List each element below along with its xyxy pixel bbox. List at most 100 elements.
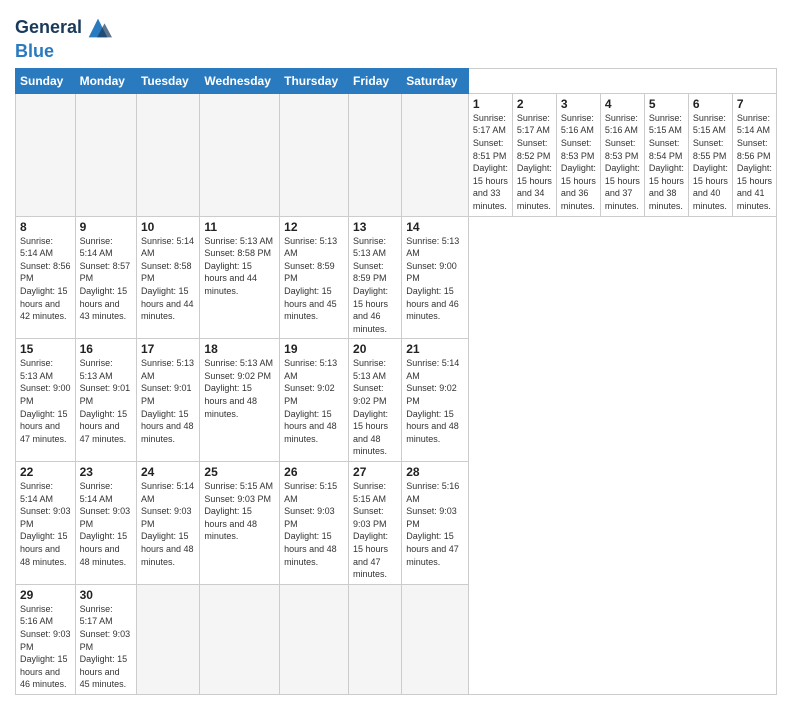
dow-header-sunday: Sunday [16, 68, 76, 93]
day-cell-27: 27Sunrise: 5:15 AMSunset: 9:03 PMDayligh… [349, 462, 402, 585]
day-number: 10 [141, 220, 195, 234]
day-cell-26: 26Sunrise: 5:15 AMSunset: 9:03 PMDayligh… [280, 462, 349, 585]
day-cell-5: 5Sunrise: 5:15 AMSunset: 8:54 PMDaylight… [644, 93, 688, 216]
day-cell-15: 15Sunrise: 5:13 AMSunset: 9:00 PMDayligh… [16, 339, 76, 462]
week-row-5: 29Sunrise: 5:16 AMSunset: 9:03 PMDayligh… [16, 584, 777, 694]
empty-cell [402, 93, 469, 216]
day-info: Sunrise: 5:15 AMSunset: 9:03 PMDaylight:… [204, 480, 275, 543]
day-number: 17 [141, 342, 195, 356]
day-info: Sunrise: 5:17 AMSunset: 8:51 PMDaylight:… [473, 112, 508, 213]
day-cell-20: 20Sunrise: 5:13 AMSunset: 9:02 PMDayligh… [349, 339, 402, 462]
empty-cell [402, 584, 469, 694]
day-cell-3: 3Sunrise: 5:16 AMSunset: 8:53 PMDaylight… [556, 93, 600, 216]
empty-cell [280, 93, 349, 216]
day-cell-9: 9Sunrise: 5:14 AMSunset: 8:57 PMDaylight… [75, 216, 136, 339]
day-number: 18 [204, 342, 275, 356]
days-of-week-row: SundayMondayTuesdayWednesdayThursdayFrid… [16, 68, 777, 93]
day-info: Sunrise: 5:14 AMSunset: 8:56 PMDaylight:… [737, 112, 772, 213]
day-cell-4: 4Sunrise: 5:16 AMSunset: 8:53 PMDaylight… [600, 93, 644, 216]
dow-header-wednesday: Wednesday [200, 68, 280, 93]
dow-header-friday: Friday [349, 68, 402, 93]
week-row-2: 8Sunrise: 5:14 AMSunset: 8:56 PMDaylight… [16, 216, 777, 339]
day-number: 13 [353, 220, 397, 234]
day-cell-17: 17Sunrise: 5:13 AMSunset: 9:01 PMDayligh… [136, 339, 199, 462]
day-number: 27 [353, 465, 397, 479]
dow-header-monday: Monday [75, 68, 136, 93]
day-info: Sunrise: 5:17 AMSunset: 9:03 PMDaylight:… [80, 603, 132, 691]
day-cell-23: 23Sunrise: 5:14 AMSunset: 9:03 PMDayligh… [75, 462, 136, 585]
day-cell-10: 10Sunrise: 5:14 AMSunset: 8:58 PMDayligh… [136, 216, 199, 339]
day-cell-19: 19Sunrise: 5:13 AMSunset: 9:02 PMDayligh… [280, 339, 349, 462]
empty-cell [75, 93, 136, 216]
day-number: 16 [80, 342, 132, 356]
day-info: Sunrise: 5:13 AMSunset: 9:00 PMDaylight:… [406, 235, 464, 323]
day-number: 3 [561, 97, 596, 111]
day-number: 6 [693, 97, 728, 111]
empty-cell [349, 93, 402, 216]
day-info: Sunrise: 5:13 AMSunset: 9:02 PMDaylight:… [353, 357, 397, 458]
day-number: 2 [517, 97, 552, 111]
calendar-table: SundayMondayTuesdayWednesdayThursdayFrid… [15, 68, 777, 695]
day-cell-25: 25Sunrise: 5:15 AMSunset: 9:03 PMDayligh… [200, 462, 280, 585]
day-info: Sunrise: 5:14 AMSunset: 9:02 PMDaylight:… [406, 357, 464, 445]
day-info: Sunrise: 5:15 AMSunset: 8:55 PMDaylight:… [693, 112, 728, 213]
day-number: 15 [20, 342, 71, 356]
page-container: General Blue SundayMondayTuesdayWednesda… [0, 0, 792, 705]
day-info: Sunrise: 5:13 AMSunset: 8:59 PMDaylight:… [284, 235, 344, 323]
header: General Blue [15, 10, 777, 62]
day-cell-8: 8Sunrise: 5:14 AMSunset: 8:56 PMDaylight… [16, 216, 76, 339]
day-cell-29: 29Sunrise: 5:16 AMSunset: 9:03 PMDayligh… [16, 584, 76, 694]
logo-icon [84, 14, 112, 42]
day-cell-11: 11Sunrise: 5:13 AMSunset: 8:58 PMDayligh… [200, 216, 280, 339]
logo: General Blue [15, 14, 112, 62]
day-info: Sunrise: 5:13 AMSunset: 9:01 PMDaylight:… [141, 357, 195, 445]
empty-cell [280, 584, 349, 694]
day-info: Sunrise: 5:14 AMSunset: 8:57 PMDaylight:… [80, 235, 132, 323]
day-info: Sunrise: 5:14 AMSunset: 9:03 PMDaylight:… [80, 480, 132, 568]
day-info: Sunrise: 5:16 AMSunset: 9:03 PMDaylight:… [406, 480, 464, 568]
day-cell-12: 12Sunrise: 5:13 AMSunset: 8:59 PMDayligh… [280, 216, 349, 339]
day-number: 23 [80, 465, 132, 479]
day-info: Sunrise: 5:14 AMSunset: 8:56 PMDaylight:… [20, 235, 71, 323]
day-number: 4 [605, 97, 640, 111]
day-info: Sunrise: 5:13 AMSunset: 9:02 PMDaylight:… [284, 357, 344, 445]
empty-cell [16, 93, 76, 216]
day-info: Sunrise: 5:14 AMSunset: 8:58 PMDaylight:… [141, 235, 195, 323]
day-cell-14: 14Sunrise: 5:13 AMSunset: 9:00 PMDayligh… [402, 216, 469, 339]
day-info: Sunrise: 5:14 AMSunset: 9:03 PMDaylight:… [20, 480, 71, 568]
day-info: Sunrise: 5:13 AMSunset: 8:59 PMDaylight:… [353, 235, 397, 336]
calendar-body: 1Sunrise: 5:17 AMSunset: 8:51 PMDaylight… [16, 93, 777, 694]
logo-blue-text: Blue [15, 42, 112, 62]
day-number: 26 [284, 465, 344, 479]
day-number: 30 [80, 588, 132, 602]
day-info: Sunrise: 5:15 AMSunset: 9:03 PMDaylight:… [353, 480, 397, 581]
day-cell-30: 30Sunrise: 5:17 AMSunset: 9:03 PMDayligh… [75, 584, 136, 694]
day-cell-7: 7Sunrise: 5:14 AMSunset: 8:56 PMDaylight… [732, 93, 776, 216]
day-info: Sunrise: 5:15 AMSunset: 8:54 PMDaylight:… [649, 112, 684, 213]
week-row-4: 22Sunrise: 5:14 AMSunset: 9:03 PMDayligh… [16, 462, 777, 585]
empty-cell [200, 584, 280, 694]
dow-header-thursday: Thursday [280, 68, 349, 93]
day-cell-18: 18Sunrise: 5:13 AMSunset: 9:02 PMDayligh… [200, 339, 280, 462]
day-info: Sunrise: 5:16 AMSunset: 9:03 PMDaylight:… [20, 603, 71, 691]
day-number: 24 [141, 465, 195, 479]
day-number: 29 [20, 588, 71, 602]
day-number: 22 [20, 465, 71, 479]
day-info: Sunrise: 5:17 AMSunset: 8:52 PMDaylight:… [517, 112, 552, 213]
week-row-1: 1Sunrise: 5:17 AMSunset: 8:51 PMDaylight… [16, 93, 777, 216]
day-cell-21: 21Sunrise: 5:14 AMSunset: 9:02 PMDayligh… [402, 339, 469, 462]
day-number: 5 [649, 97, 684, 111]
day-number: 21 [406, 342, 464, 356]
dow-header-saturday: Saturday [402, 68, 469, 93]
day-cell-1: 1Sunrise: 5:17 AMSunset: 8:51 PMDaylight… [468, 93, 512, 216]
day-cell-16: 16Sunrise: 5:13 AMSunset: 9:01 PMDayligh… [75, 339, 136, 462]
logo-text: General [15, 14, 112, 42]
day-info: Sunrise: 5:16 AMSunset: 8:53 PMDaylight:… [561, 112, 596, 213]
day-number: 19 [284, 342, 344, 356]
day-cell-6: 6Sunrise: 5:15 AMSunset: 8:55 PMDaylight… [688, 93, 732, 216]
day-info: Sunrise: 5:13 AMSunset: 8:58 PMDaylight:… [204, 235, 275, 298]
empty-cell [349, 584, 402, 694]
day-number: 9 [80, 220, 132, 234]
day-cell-2: 2Sunrise: 5:17 AMSunset: 8:52 PMDaylight… [512, 93, 556, 216]
day-info: Sunrise: 5:16 AMSunset: 8:53 PMDaylight:… [605, 112, 640, 213]
